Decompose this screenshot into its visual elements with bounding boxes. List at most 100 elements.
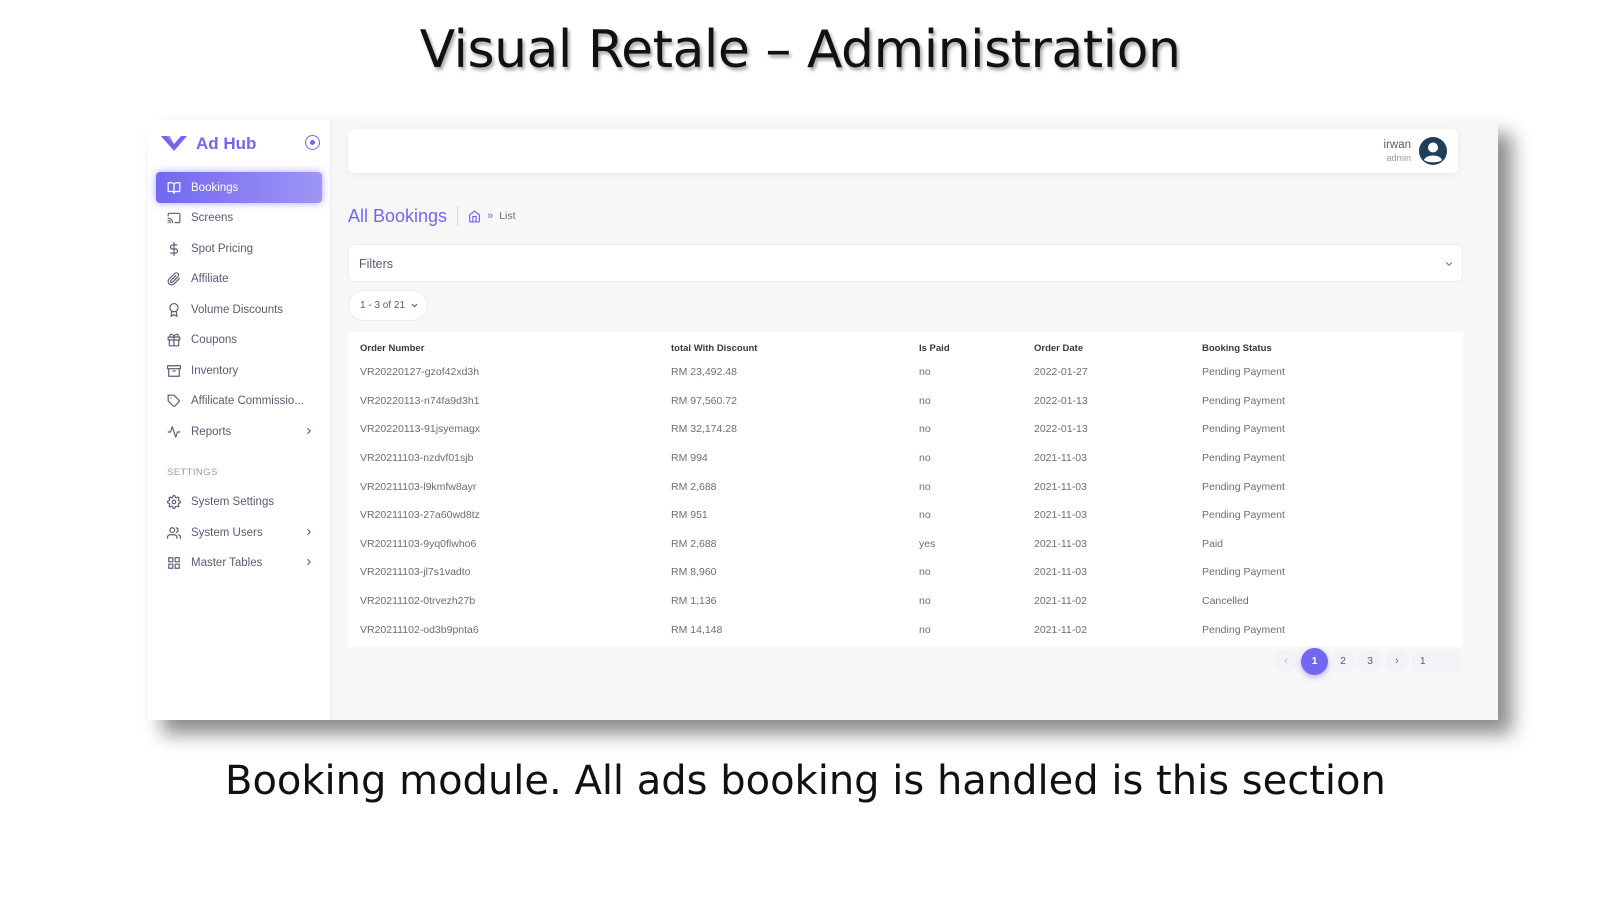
cell-is-paid: no bbox=[919, 566, 931, 579]
page-range-dropdown[interactable]: 1 - 3 of 21 bbox=[348, 290, 428, 321]
cell-booking-status: Pending Payment bbox=[1202, 623, 1285, 636]
pagination-page-3[interactable]: 3 bbox=[1358, 649, 1382, 673]
table-row[interactable]: VR20211103-jl7s1vadto RM 8,960 no 2021-1… bbox=[348, 558, 1463, 587]
cell-total: RM 951 bbox=[671, 509, 708, 522]
pagination-prev-button[interactable]: ‹ bbox=[1274, 649, 1298, 673]
cell-order-number: VR20220127-gzof42xd3h bbox=[360, 366, 480, 379]
table-row[interactable]: VR20211103-l9kmfw8ayr RM 2,688 no 2021-1… bbox=[348, 472, 1463, 501]
column-header-order-number[interactable]: Order Number bbox=[348, 332, 671, 358]
app-window: Ad Hub Bookings Screens Spot Pricing Aff… bbox=[148, 120, 1498, 720]
cell-booking-status: Pending Payment bbox=[1202, 509, 1285, 522]
sidebar-item-inventory[interactable]: Inventory bbox=[156, 356, 322, 387]
column-header-total[interactable]: total With Discount bbox=[671, 332, 919, 358]
column-header-booking-status[interactable]: Booking Status bbox=[1202, 332, 1463, 358]
cell-total: RM 1,136 bbox=[671, 595, 717, 608]
pagination-page-1[interactable]: 1 bbox=[1301, 647, 1328, 675]
cell-order-date: 2021-11-03 bbox=[1034, 452, 1087, 465]
cell-order-date: 2021-11-02 bbox=[1034, 623, 1087, 636]
pagination-jump-input[interactable]: 1 bbox=[1412, 650, 1460, 672]
sidebar-item-affiliate[interactable]: Affiliate bbox=[156, 264, 322, 295]
sidebar-item-label: System Settings bbox=[191, 496, 275, 509]
cell-order-number: VR20211103-nzdvf01sjb bbox=[360, 452, 474, 465]
sidebar-item-affiliate-commission[interactable]: Affilicate Commissio... bbox=[156, 386, 322, 417]
cell-total: RM 97,560.72 bbox=[671, 394, 737, 407]
cell-order-date: 2021-11-03 bbox=[1034, 537, 1087, 550]
column-header-is-paid[interactable]: Is Paid bbox=[919, 332, 1034, 358]
settings-icon bbox=[167, 495, 181, 510]
cell-order-date: 2022-01-27 bbox=[1034, 366, 1088, 379]
cell-is-paid: no bbox=[919, 394, 931, 407]
slide-caption: Booking module. All ads booking is handl… bbox=[225, 758, 1386, 804]
top-navbar: irwan admin bbox=[348, 129, 1458, 173]
sidebar-item-system-settings[interactable]: System Settings bbox=[156, 487, 322, 518]
cell-is-paid: yes bbox=[919, 537, 936, 550]
cell-order-number: VR20220113-n74fa9d3h1 bbox=[360, 394, 480, 407]
sidebar: Ad Hub Bookings Screens Spot Pricing Aff… bbox=[148, 120, 331, 720]
sidebar-item-label: Affilicate Commissio... bbox=[191, 395, 304, 408]
cell-is-paid: no bbox=[919, 595, 931, 608]
book-open-icon bbox=[167, 181, 181, 194]
chevron-down-icon bbox=[1445, 262, 1453, 266]
user-role: admin bbox=[1386, 153, 1411, 163]
pagination-next-button[interactable]: › bbox=[1385, 649, 1409, 673]
cell-total: RM 994 bbox=[671, 452, 708, 465]
cell-order-number: VR20211103-27a60wd8tz bbox=[360, 509, 480, 522]
cell-order-date: 2022-01-13 bbox=[1034, 423, 1088, 436]
table-row[interactable]: VR20220127-gzof42xd3h RM 23,492.48 no 20… bbox=[348, 358, 1463, 387]
cell-total: RM 2,688 bbox=[671, 537, 717, 550]
sidebar-item-label: Bookings bbox=[191, 181, 239, 194]
filters-label: Filters bbox=[359, 257, 394, 271]
brand[interactable]: Ad Hub bbox=[160, 132, 320, 156]
cell-order-number: VR20220113-91jsyemagx bbox=[360, 423, 481, 436]
column-header-order-date[interactable]: Order Date bbox=[1034, 332, 1202, 358]
sidebar-item-spot-pricing[interactable]: Spot Pricing bbox=[156, 234, 322, 265]
cell-booking-status: Pending Payment bbox=[1202, 366, 1285, 379]
cell-order-number: VR20211103-l9kmfw8ayr bbox=[360, 480, 477, 493]
sidebar-toggle-icon[interactable] bbox=[305, 135, 320, 150]
brand-name: Ad Hub bbox=[196, 134, 257, 153]
table-row[interactable]: VR20220113-91jsyemagx RM 32,174.28 no 20… bbox=[348, 415, 1463, 444]
home-icon[interactable] bbox=[468, 209, 481, 223]
cell-order-date: 2021-11-03 bbox=[1034, 480, 1087, 493]
table-row[interactable]: VR20220113-n74fa9d3h1 RM 97,560.72 no 20… bbox=[348, 387, 1463, 416]
sidebar-item-reports[interactable]: Reports bbox=[156, 417, 322, 448]
table-row[interactable]: VR20211102-0trvezh27b RM 1,136 no 2021-1… bbox=[348, 587, 1463, 616]
table-row[interactable]: VR20211102-od3b9pnta6 RM 14,148 no 2021-… bbox=[348, 615, 1463, 644]
sidebar-item-bookings[interactable]: Bookings bbox=[156, 172, 322, 203]
filters-panel[interactable]: Filters bbox=[348, 244, 1463, 282]
cell-order-date: 2021-11-03 bbox=[1034, 566, 1087, 579]
bookings-table: Order Number total With Discount Is Paid… bbox=[348, 332, 1463, 644]
user-avatar-icon[interactable] bbox=[1418, 136, 1448, 166]
cell-booking-status: Pending Payment bbox=[1202, 423, 1285, 436]
table-header-row: Order Number total With Discount Is Paid… bbox=[348, 332, 1463, 358]
user-name[interactable]: irwan bbox=[1384, 139, 1411, 151]
cell-order-date: 2022-01-13 bbox=[1034, 394, 1088, 407]
cell-booking-status: Pending Payment bbox=[1202, 394, 1285, 407]
sidebar-item-coupons[interactable]: Coupons bbox=[156, 325, 322, 356]
table-row[interactable]: VR20211103-9yq0flwho6 RM 2,688 yes 2021-… bbox=[348, 530, 1463, 559]
sidebar-item-label: Reports bbox=[191, 425, 232, 438]
sidebar-item-system-users[interactable]: System Users bbox=[156, 518, 322, 549]
archive-icon bbox=[167, 364, 181, 377]
table-row[interactable]: VR20211103-27a60wd8tz RM 951 no 2021-11-… bbox=[348, 501, 1463, 530]
sidebar-item-label: Screens bbox=[191, 212, 234, 225]
page-range-label: 1 - 3 of 21 bbox=[360, 300, 406, 311]
page-header: All Bookings » List bbox=[348, 204, 516, 228]
cell-total: RM 2,688 bbox=[671, 480, 717, 493]
cell-booking-status: Pending Payment bbox=[1202, 480, 1285, 493]
sidebar-item-volume-discounts[interactable]: Volume Discounts bbox=[156, 295, 322, 326]
sidebar-item-master-tables[interactable]: Master Tables bbox=[156, 548, 322, 579]
chevron-right-icon bbox=[307, 558, 311, 566]
cell-total: RM 14,148 bbox=[671, 623, 723, 636]
cell-booking-status: Cancelled bbox=[1202, 595, 1249, 608]
sidebar-item-label: Inventory bbox=[191, 364, 239, 377]
users-icon bbox=[167, 526, 181, 539]
cell-order-number: VR20211103-jl7s1vadto bbox=[360, 566, 471, 579]
sidebar-item-label: Master Tables bbox=[191, 557, 263, 570]
table-row[interactable]: VR20211103-nzdvf01sjb RM 994 no 2021-11-… bbox=[348, 444, 1463, 473]
grid-icon bbox=[168, 557, 180, 570]
cell-is-paid: no bbox=[919, 366, 931, 379]
sidebar-item-screens[interactable]: Screens bbox=[156, 203, 322, 234]
cell-total: RM 23,492.48 bbox=[671, 366, 737, 379]
pagination-page-2[interactable]: 2 bbox=[1331, 649, 1355, 673]
